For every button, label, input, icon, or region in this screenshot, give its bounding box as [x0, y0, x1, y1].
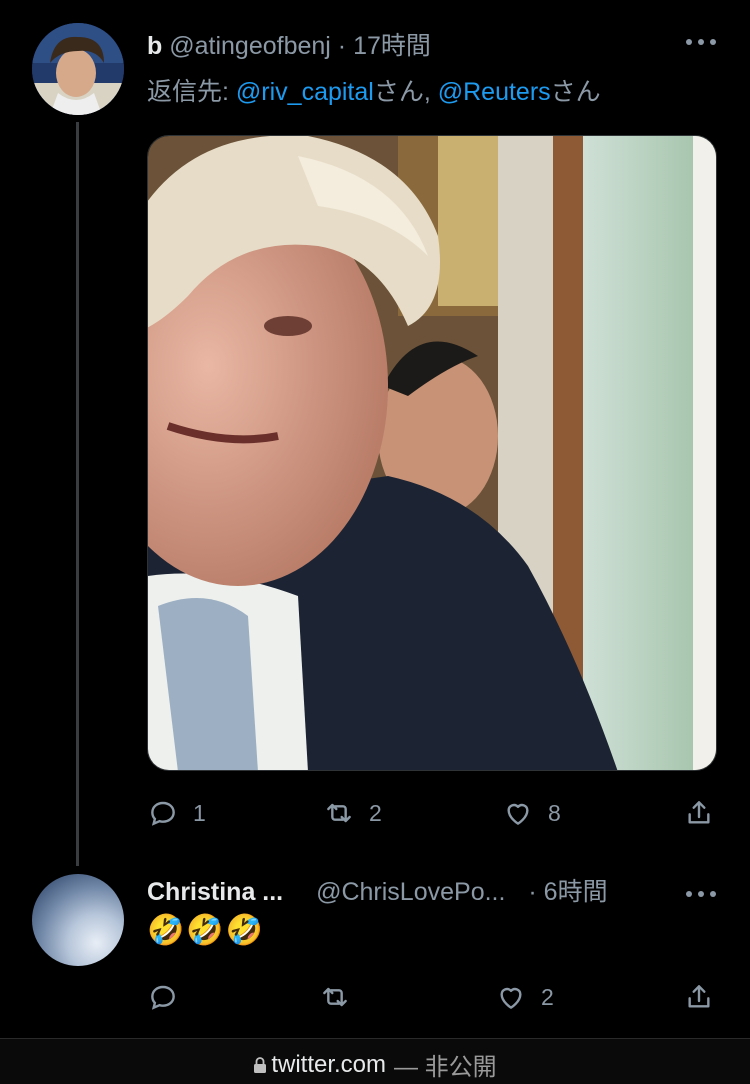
share-icon: [688, 801, 710, 824]
timestamp[interactable]: 17時間: [353, 32, 431, 60]
tweet-actions: 2: [147, 977, 717, 1017]
like-button[interactable]: 8: [502, 793, 561, 833]
retweet-icon: [323, 987, 347, 1007]
reply-count: 1: [193, 799, 206, 826]
tweet-header: b @atingeofbenj · 17時間: [147, 26, 431, 62]
heart-icon: [507, 803, 529, 825]
user-handle[interactable]: @ChrisLovePo...: [316, 878, 505, 906]
tweet-header: Christina ... @ChrisLovePo... · 6時間: [147, 872, 608, 908]
browser-address-bar[interactable]: twitter.com — 非公開: [0, 1038, 750, 1084]
avatar[interactable]: [32, 874, 124, 966]
reply-suffix: さん,: [373, 78, 438, 106]
retweet-count: 2: [369, 799, 382, 826]
reply-user-link[interactable]: @riv_capital: [236, 78, 374, 106]
more-options-icon[interactable]: [686, 37, 716, 47]
retweet-button[interactable]: 2: [323, 793, 382, 833]
thread-line: [76, 122, 79, 866]
reply-icon: [151, 985, 175, 1010]
lock-icon: [254, 1056, 267, 1073]
share-icon: [688, 985, 710, 1008]
heart-icon: [500, 987, 522, 1009]
user-handle[interactable]: @atingeofbenj: [169, 32, 331, 60]
privacy-label: — 非公開: [394, 1054, 497, 1081]
tweet-photo[interactable]: [147, 135, 717, 771]
reply-context: 返信先: @riv_capitalさん, @Reutersさん: [147, 72, 601, 108]
reply-button[interactable]: [147, 977, 179, 1017]
more-options-icon[interactable]: [686, 889, 716, 899]
like-count: 8: [548, 799, 561, 826]
timestamp[interactable]: 6時間: [544, 878, 608, 906]
separator: ·: [528, 878, 537, 906]
address-display[interactable]: twitter.com — 非公開: [253, 1047, 497, 1082]
reply-user-link[interactable]: @Reuters: [438, 78, 551, 106]
display-name[interactable]: b: [147, 32, 162, 60]
reply-icon: [151, 801, 175, 826]
share-button[interactable]: [683, 977, 715, 1017]
tweet-actions: 1 2 8: [147, 793, 717, 833]
like-count: 2: [541, 983, 554, 1010]
retweet-button[interactable]: [319, 977, 351, 1017]
reply-suffix: さん: [550, 78, 601, 106]
retweet-icon: [327, 803, 351, 823]
display-name[interactable]: Christina ...: [147, 878, 283, 906]
tweet-text: 🤣🤣🤣: [147, 914, 266, 947]
separator: ·: [337, 32, 347, 60]
share-button[interactable]: [683, 793, 715, 833]
avatar[interactable]: [32, 23, 124, 115]
like-button[interactable]: 2: [495, 977, 554, 1017]
reply-prefix: 返信先:: [147, 78, 236, 106]
url-text: twitter.com: [271, 1050, 387, 1078]
reply-button[interactable]: 1: [147, 793, 206, 833]
